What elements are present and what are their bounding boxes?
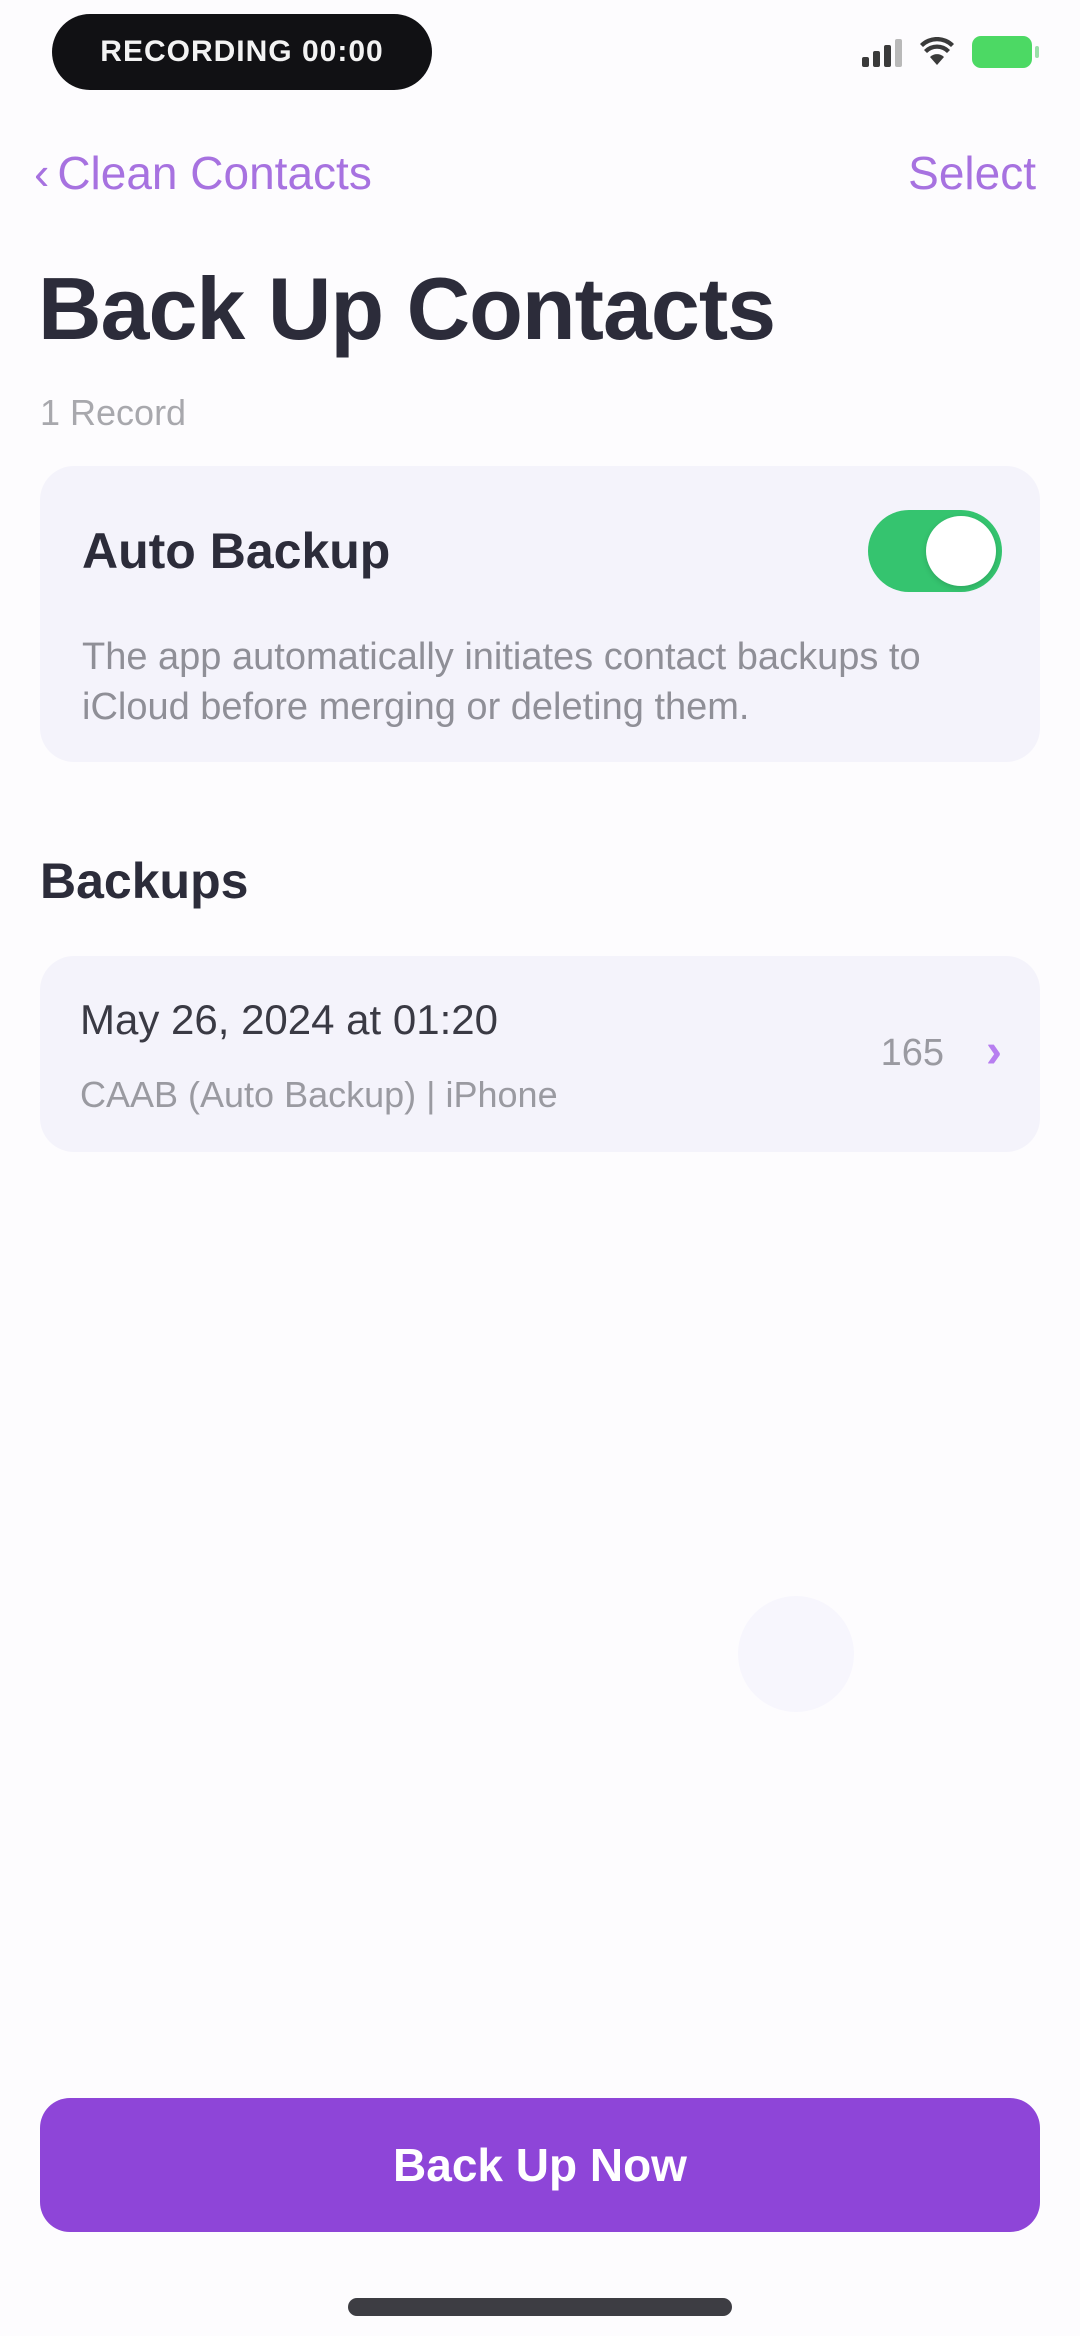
- page-title: Back Up Contacts: [38, 259, 776, 358]
- touch-indicator: [738, 1596, 854, 1712]
- backup-meta: CAAB (Auto Backup) | iPhone: [80, 1074, 558, 1115]
- back-button-label: Clean Contacts: [57, 147, 372, 199]
- back-button[interactable]: ‹ Clean Contacts: [34, 146, 372, 200]
- auto-backup-title: Auto Backup: [82, 523, 391, 579]
- auto-backup-description: The app automatically initiates contact …: [82, 636, 921, 728]
- backup-date: May 26, 2024 at 01:20: [80, 996, 498, 1043]
- screen: RECORDING 00:00 ‹ Clean Contacts Select …: [0, 0, 1080, 2336]
- toggle-knob: [926, 516, 996, 586]
- chevron-right-icon: ›: [986, 1025, 1002, 1078]
- recording-label: RECORDING 00:00: [100, 35, 384, 68]
- status-bar: RECORDING 00:00: [0, 0, 1080, 110]
- wifi-icon: [920, 37, 954, 65]
- select-button[interactable]: Select: [908, 146, 1036, 200]
- navigation-bar: ‹ Clean Contacts Select: [0, 140, 1080, 210]
- battery-icon: [972, 36, 1039, 68]
- home-indicator[interactable]: [348, 2298, 732, 2316]
- chevron-left-icon: ‹: [34, 147, 50, 199]
- screen-recording-indicator[interactable]: RECORDING 00:00: [52, 14, 432, 90]
- auto-backup-card: Auto Backup The app automatically initia…: [40, 466, 1040, 762]
- backup-contact-count: 165: [880, 1032, 944, 1074]
- back-up-now-button[interactable]: Back Up Now: [40, 2098, 1040, 2232]
- backups-section-header: Backups: [40, 853, 249, 909]
- status-icons: [862, 36, 1039, 68]
- back-up-now-label: Back Up Now: [393, 2139, 687, 2191]
- backup-list-item[interactable]: May 26, 2024 at 01:20 CAAB (Auto Backup)…: [40, 956, 1040, 1152]
- auto-backup-toggle[interactable]: [868, 510, 1002, 592]
- record-count: 1 Record: [40, 392, 187, 433]
- cellular-signal-icon: [862, 37, 902, 67]
